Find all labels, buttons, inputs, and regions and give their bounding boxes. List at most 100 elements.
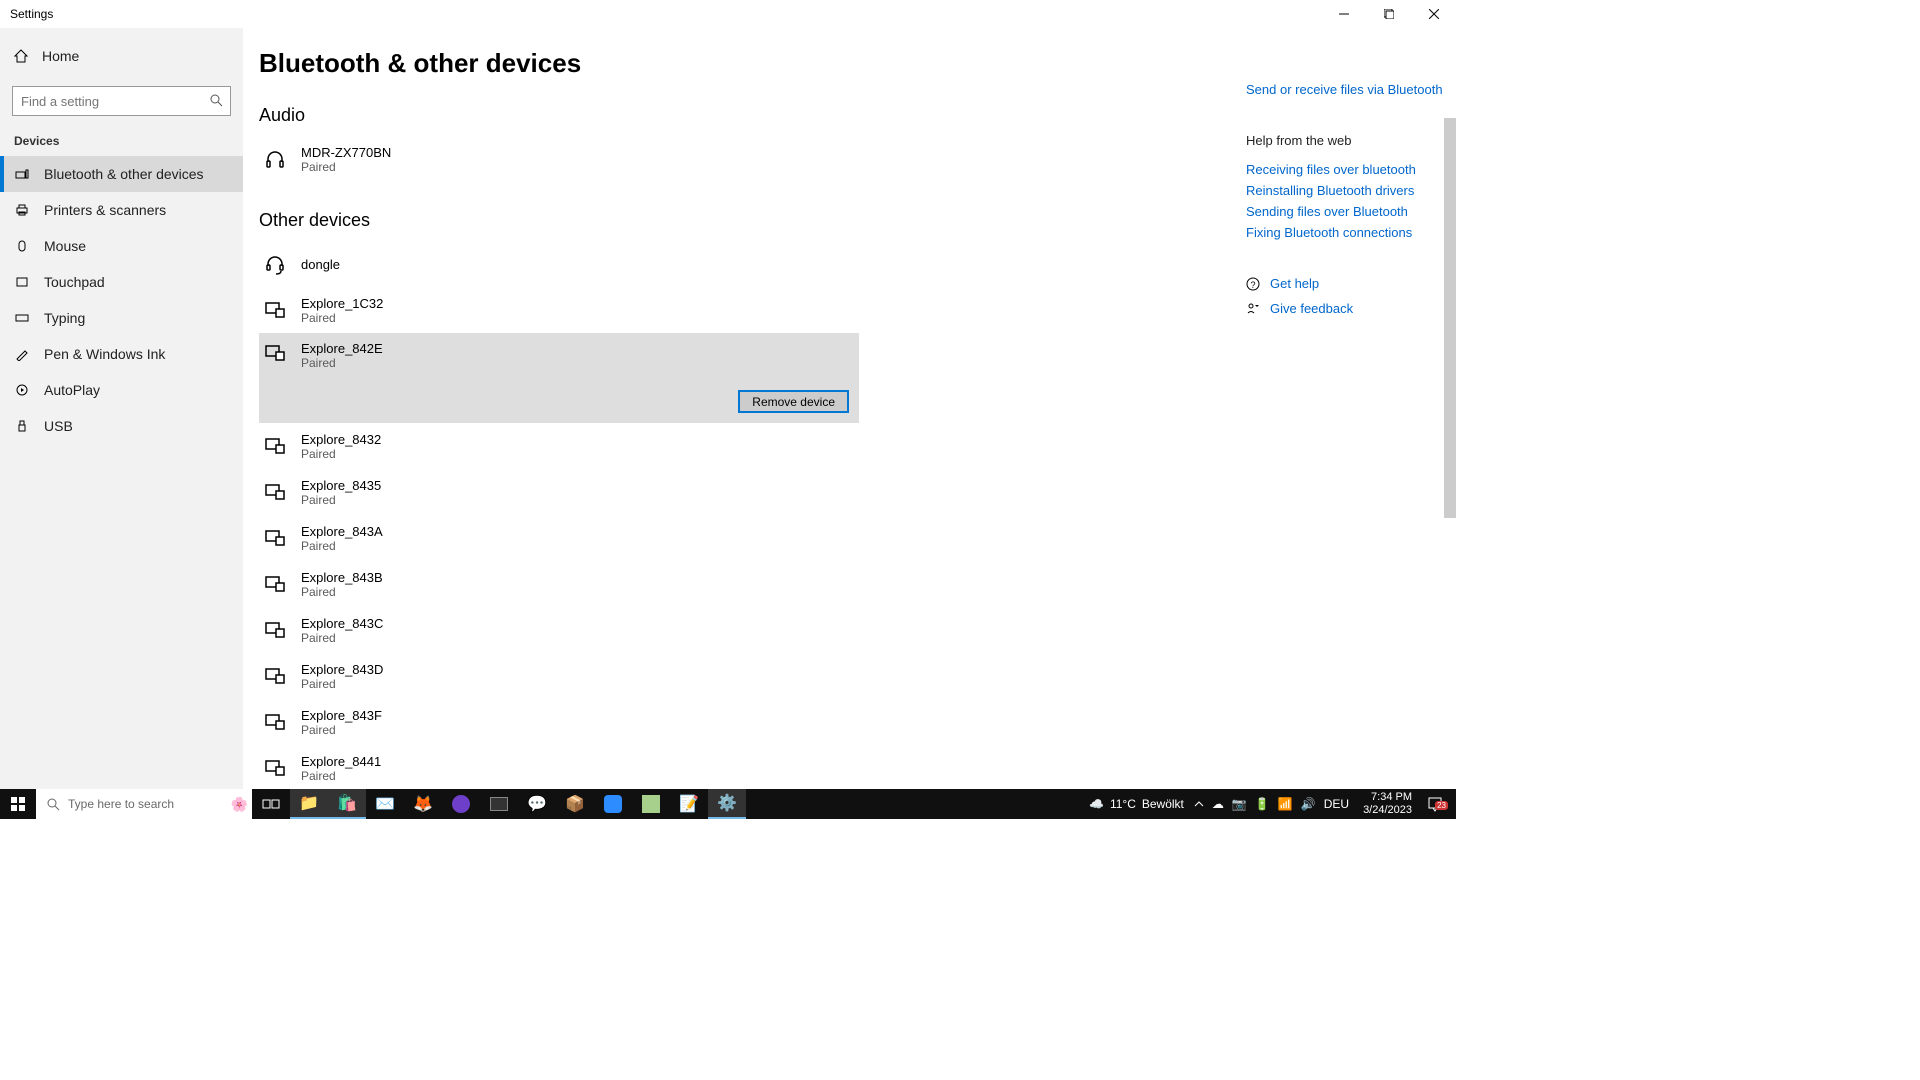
device-status: Paired <box>301 769 381 783</box>
search-input[interactable] <box>12 86 231 116</box>
device-item[interactable]: Explore_1C32Paired <box>259 287 859 333</box>
taskbar-apps: 📁 🛍️ ✉️ 🦊 💬 📦 📝 ⚙️ <box>252 789 746 819</box>
sidebar-item-bluetooth[interactable]: Bluetooth & other devices <box>0 156 243 192</box>
device-item[interactable]: Explore_8441Paired <box>259 745 859 791</box>
usb-icon <box>14 418 30 434</box>
close-icon <box>1429 9 1439 19</box>
tray-meet-now-icon[interactable]: 📷 <box>1232 797 1247 811</box>
sidebar-item-usb[interactable]: USB <box>0 408 243 444</box>
task-view-button[interactable] <box>252 789 290 819</box>
device-name: Explore_8432 <box>301 432 381 447</box>
search-decoration-icon: 🌸 <box>231 796 248 813</box>
github-icon <box>452 795 470 813</box>
content-area: Bluetooth & other devices Audio MDR-ZX77… <box>243 28 1456 819</box>
send-receive-link[interactable]: Send or receive files via Bluetooth <box>1246 82 1446 97</box>
device-status: Paired <box>301 493 381 507</box>
sidebar-item-printers[interactable]: Printers & scanners <box>0 192 243 228</box>
taskbar-search[interactable]: Type here to search 🌸 <box>36 789 252 819</box>
device-item[interactable]: MDR-ZX770BN Paired <box>259 136 859 182</box>
audio-header: Audio <box>259 105 1246 126</box>
sidebar-item-autoplay[interactable]: AutoPlay <box>0 372 243 408</box>
start-button[interactable] <box>0 789 36 819</box>
cloud-icon: ☁️ <box>1089 797 1104 811</box>
device-item[interactable]: Explore_843BPaired <box>259 561 859 607</box>
slack-button[interactable]: 💬 <box>518 789 556 819</box>
get-help-link[interactable]: ? Get help <box>1246 276 1446 291</box>
mouse-icon <box>14 238 30 254</box>
action-center-button[interactable]: 23 <box>1420 796 1450 812</box>
microsoft-store-button[interactable]: 🛍️ <box>328 789 366 819</box>
display-device-icon <box>263 434 287 458</box>
gear-icon: ⚙️ <box>717 793 737 813</box>
maximize-icon <box>1384 9 1394 19</box>
help-link[interactable]: Sending files over Bluetooth <box>1246 204 1446 219</box>
tray-language[interactable]: DEU <box>1324 797 1349 811</box>
zoom-button[interactable] <box>594 789 632 819</box>
help-link[interactable]: Fixing Bluetooth connections <box>1246 225 1446 240</box>
github-desktop-button[interactable] <box>442 789 480 819</box>
minimize-button[interactable] <box>1321 0 1366 28</box>
home-label: Home <box>42 48 79 64</box>
sidebar-item-typing[interactable]: Typing <box>0 300 243 336</box>
close-button[interactable] <box>1411 0 1456 28</box>
device-name: Explore_8435 <box>301 478 381 493</box>
sidebar-item-label: Mouse <box>44 238 86 254</box>
feedback-icon <box>1246 302 1260 316</box>
device-item[interactable]: Explore_842EPairedRemove device <box>259 333 859 423</box>
sidebar-item-mouse[interactable]: Mouse <box>0 228 243 264</box>
tray-onedrive-icon[interactable]: ☁ <box>1212 797 1224 811</box>
tray-wifi-icon[interactable]: 📶 <box>1278 797 1293 811</box>
device-item[interactable]: dongle <box>259 241 859 287</box>
help-icon: ? <box>1246 277 1260 291</box>
notepad-button[interactable]: 📝 <box>670 789 708 819</box>
help-link[interactable]: Reinstalling Bluetooth drivers <box>1246 183 1446 198</box>
device-status: Paired <box>301 160 391 174</box>
weather-temp: 11°C <box>1110 797 1136 811</box>
scrollbar[interactable] <box>1444 118 1456 518</box>
chevron-up-icon <box>1194 799 1204 809</box>
tray-chevron-button[interactable] <box>1194 799 1204 809</box>
display-device-icon <box>263 618 287 642</box>
firefox-button[interactable]: 🦊 <box>404 789 442 819</box>
audio-device-list: MDR-ZX770BN Paired <box>259 136 859 182</box>
device-item[interactable]: Explore_843CPaired <box>259 607 859 653</box>
settings-taskbar-button[interactable]: ⚙️ <box>708 789 746 819</box>
help-link[interactable]: Receiving files over bluetooth <box>1246 162 1446 177</box>
device-item[interactable]: Explore_8435Paired <box>259 469 859 515</box>
file-explorer-button[interactable]: 📁 <box>290 789 328 819</box>
tray-volume-icon[interactable]: 🔊 <box>1301 797 1316 811</box>
device-status: Paired <box>301 677 383 691</box>
device-item[interactable]: Explore_843FPaired <box>259 699 859 745</box>
app-button-1[interactable]: 📦 <box>556 789 594 819</box>
taskbar-clock[interactable]: 7:34 PM 3/24/2023 <box>1363 791 1412 817</box>
system-tray: ☁ 📷 🔋 📶 🔊 DEU 7:34 PM 3/24/2023 23 <box>1194 789 1456 819</box>
sidebar-item-label: AutoPlay <box>44 382 100 398</box>
device-name: Explore_8441 <box>301 754 381 769</box>
tray-battery-icon[interactable]: 🔋 <box>1255 797 1270 811</box>
pen-icon <box>14 346 30 362</box>
headphones-icon <box>263 147 287 171</box>
folder-icon: 📁 <box>299 793 319 813</box>
sidebar-item-touchpad[interactable]: Touchpad <box>0 264 243 300</box>
sidebar-item-label: Typing <box>44 310 85 326</box>
device-item[interactable]: Explore_8432Paired <box>259 423 859 469</box>
device-item[interactable]: Explore_843DPaired <box>259 653 859 699</box>
search-icon <box>209 93 223 107</box>
sidebar-item-pen[interactable]: Pen & Windows Ink <box>0 336 243 372</box>
mail-button[interactable]: ✉️ <box>366 789 404 819</box>
terminal-button[interactable] <box>480 789 518 819</box>
pycharm-icon <box>642 795 660 813</box>
other-device-list: dongleExplore_1C32PairedExplore_842EPair… <box>259 241 859 819</box>
remove-device-button[interactable]: Remove device <box>738 390 849 413</box>
give-feedback-link[interactable]: Give feedback <box>1246 301 1446 316</box>
home-button[interactable]: Home <box>0 36 243 76</box>
printer-icon <box>14 202 30 218</box>
pycharm-button[interactable] <box>632 789 670 819</box>
titlebar: Settings <box>0 0 1456 28</box>
device-status: Paired <box>301 311 383 325</box>
device-item[interactable]: Explore_843APaired <box>259 515 859 561</box>
zoom-icon <box>604 795 622 813</box>
display-device-icon <box>263 710 287 734</box>
weather-widget[interactable]: ☁️ 11°C Bewölkt <box>1089 797 1184 811</box>
maximize-button[interactable] <box>1366 0 1411 28</box>
